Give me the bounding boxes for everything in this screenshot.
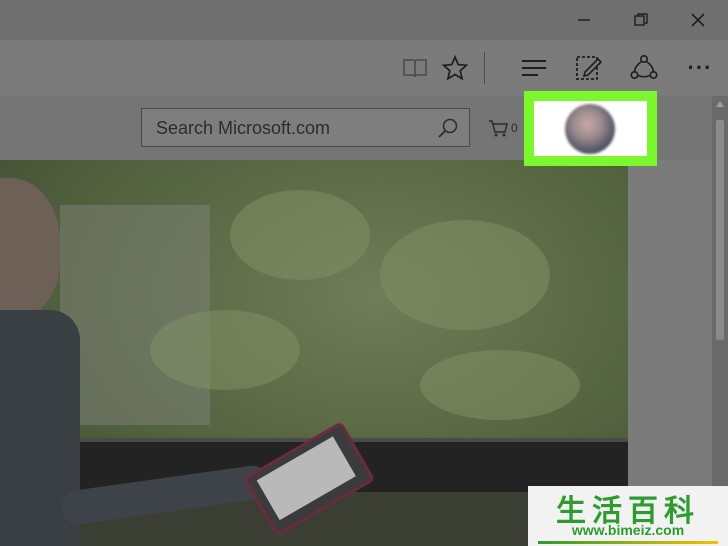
search-icon[interactable] xyxy=(437,117,459,139)
watermark: 生活百科 www.bimeiz.com xyxy=(528,486,728,546)
cart-count: 0 xyxy=(511,121,518,135)
minimize-icon xyxy=(578,19,590,21)
reading-view-icon xyxy=(403,59,427,78)
hub-button[interactable] xyxy=(516,50,552,86)
minimize-button[interactable] xyxy=(560,0,608,40)
close-icon xyxy=(691,13,705,27)
search-box[interactable]: Search Microsoft.com xyxy=(141,108,470,147)
watermark-url: www.bimeiz.com xyxy=(571,522,685,538)
hub-icon xyxy=(522,60,546,76)
browser-toolbar xyxy=(0,40,728,96)
more-icon: ··· xyxy=(687,55,713,80)
close-button[interactable] xyxy=(674,0,722,40)
web-note-icon xyxy=(576,56,602,80)
cart-button[interactable]: 0 xyxy=(488,119,518,137)
favorite-button[interactable] xyxy=(437,50,473,86)
restore-button[interactable] xyxy=(617,0,665,40)
reading-view-button[interactable] xyxy=(397,50,433,86)
cart-icon xyxy=(489,120,508,137)
scroll-thumb[interactable] xyxy=(716,120,724,340)
share-icon xyxy=(630,54,658,79)
favorite-star-icon xyxy=(442,55,468,81)
scroll-up-icon[interactable] xyxy=(716,100,724,108)
web-note-button[interactable] xyxy=(570,50,606,86)
share-button[interactable] xyxy=(626,50,662,86)
toolbar-separator xyxy=(484,52,485,84)
avatar[interactable] xyxy=(565,104,615,154)
person xyxy=(0,178,60,318)
more-button[interactable]: ··· xyxy=(682,50,718,86)
restore-icon xyxy=(634,13,648,26)
search-input[interactable]: Search Microsoft.com xyxy=(156,109,330,147)
